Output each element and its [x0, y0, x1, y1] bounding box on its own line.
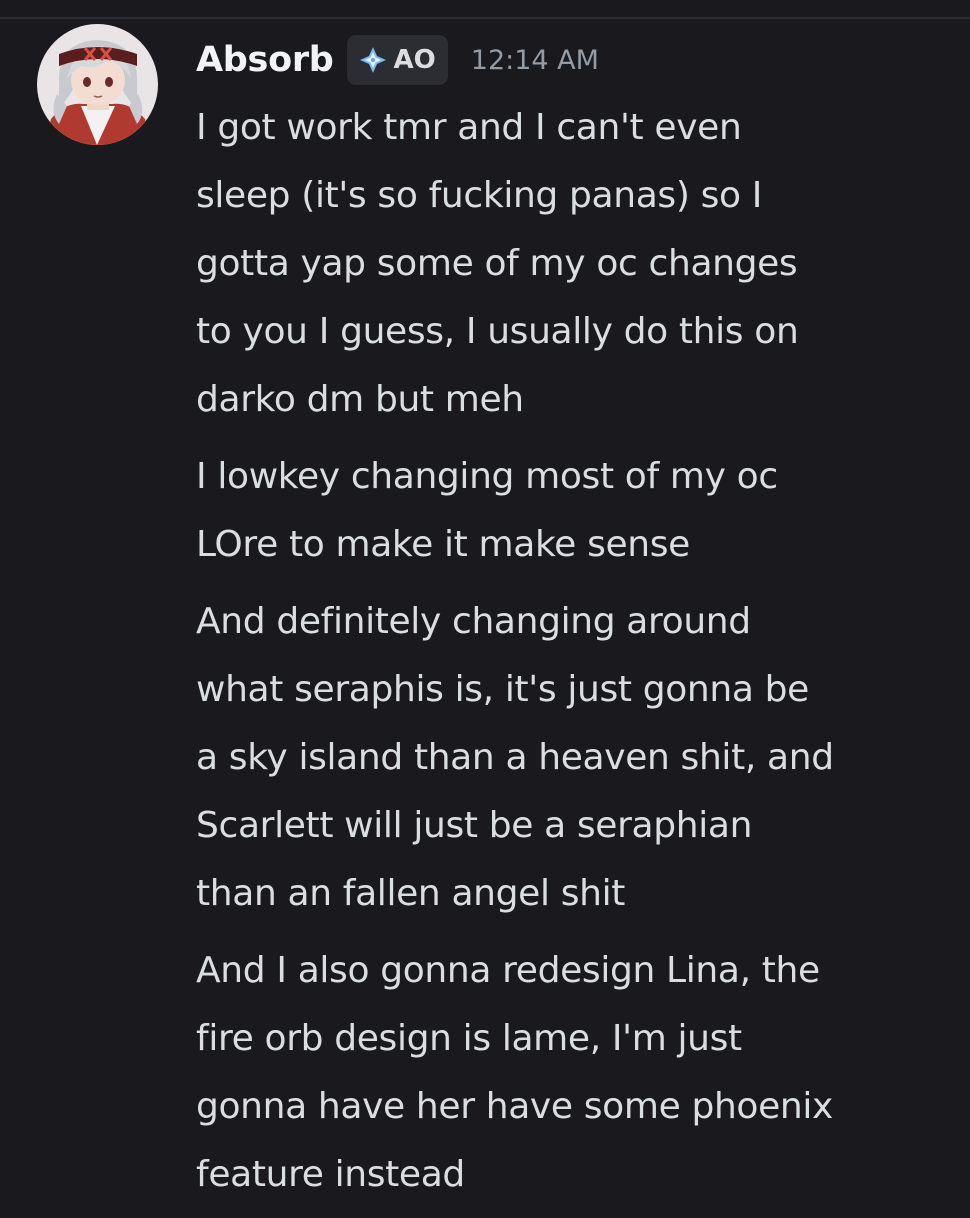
timestamp[interactable]: 12:14 AM — [471, 45, 599, 76]
chat-message: Absorb AO 12:14 AM I got work tmr and I … — [0, 0, 970, 1200]
message-content: I got work tmr and I can't even sleep (i… — [196, 94, 936, 1218]
server-tag-badge[interactable]: AO — [346, 35, 448, 85]
avatar-image — [37, 24, 158, 145]
message-text[interactable]: And I also gonna redesign Lina, the fire… — [196, 937, 936, 1209]
message-text[interactable]: I lowkey changing most of my oc LOre to … — [196, 443, 936, 579]
sparkle-diamond-icon — [359, 47, 386, 73]
username[interactable]: Absorb — [196, 40, 334, 80]
message-text[interactable]: And definitely changing around what sera… — [196, 588, 936, 928]
message-header: Absorb AO 12:14 AM — [196, 30, 599, 90]
message-text[interactable]: I got work tmr and I can't even sleep (i… — [196, 94, 936, 434]
server-tag-text: AO — [393, 45, 436, 75]
avatar[interactable] — [37, 24, 158, 145]
